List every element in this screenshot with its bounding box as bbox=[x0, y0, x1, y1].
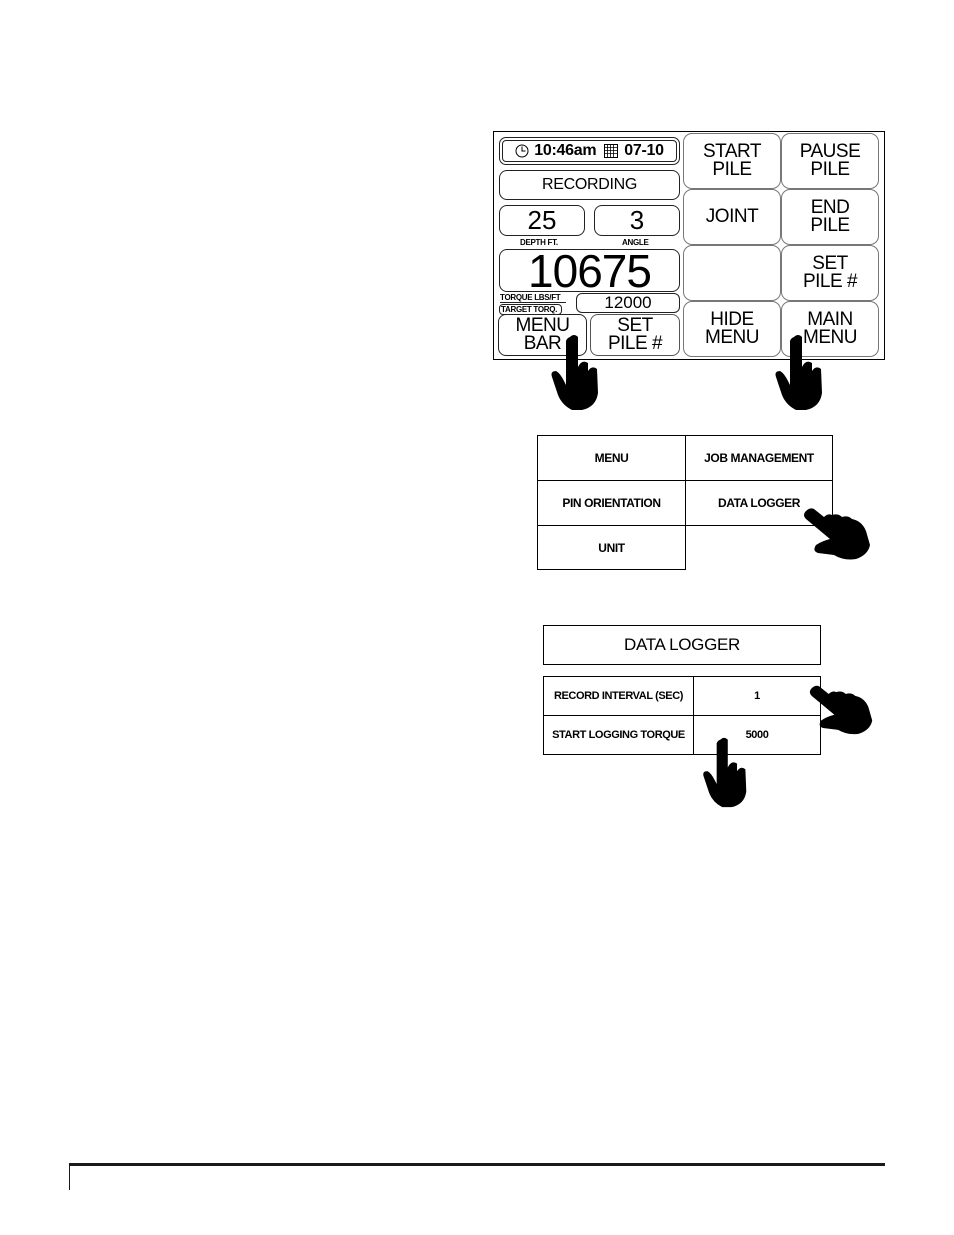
set-pile-label-2: PILE # bbox=[802, 271, 858, 292]
pause-pile-button[interactable]: PAUSE PILE bbox=[781, 133, 879, 189]
pointing-hand-icon bbox=[800, 505, 874, 565]
menu-item-label: UNIT bbox=[598, 540, 625, 555]
target-torque-display: 12000 bbox=[576, 293, 680, 313]
record-interval-label-text: RECORD INTERVAL (SEC) bbox=[553, 690, 684, 702]
hide-menu-label-2: MENU bbox=[705, 327, 759, 348]
depth-display: 25 bbox=[499, 205, 585, 236]
joint-button[interactable]: JOINT bbox=[683, 189, 781, 245]
menu-item-label: PIN ORIENTATION bbox=[562, 496, 661, 510]
menu-item-label: JOB MANAGEMENT bbox=[704, 451, 814, 465]
depth-value: 25 bbox=[527, 205, 557, 235]
data-logger-title: DATA LOGGER bbox=[543, 625, 821, 665]
torque-display: 10675 bbox=[499, 245, 680, 297]
pointing-hand-icon bbox=[548, 333, 602, 411]
recording-status-text: RECORDING bbox=[541, 176, 638, 193]
time-text: 10:46am bbox=[534, 142, 597, 159]
start-pile-button[interactable]: START PILE bbox=[683, 133, 781, 189]
menu-item-menu[interactable]: MENU bbox=[537, 435, 686, 481]
joint-label: JOINT bbox=[705, 206, 759, 227]
calendar-icon bbox=[604, 144, 619, 158]
footer-divider bbox=[69, 1163, 885, 1166]
set-pile-small-button[interactable]: SET PILE # bbox=[590, 314, 680, 356]
torque-unit-label: TORQUE LBS/FT bbox=[500, 293, 567, 303]
record-interval-value: 1 bbox=[754, 690, 760, 702]
date-text: 07-10 bbox=[624, 142, 664, 159]
start-logging-torque-label-text: START LOGGING TORQUE bbox=[552, 729, 685, 741]
set-pile-button[interactable]: SET PILE # bbox=[781, 245, 879, 301]
pause-pile-label-2: PILE bbox=[810, 159, 850, 180]
set-pile-small-label-2: PILE # bbox=[607, 333, 663, 354]
target-torque-value: 12000 bbox=[604, 293, 652, 312]
start-logging-torque-label: START LOGGING TORQUE bbox=[543, 715, 694, 755]
menu-item-pin-orientation[interactable]: PIN ORIENTATION bbox=[537, 480, 686, 526]
recording-status: RECORDING bbox=[499, 170, 680, 200]
hide-menu-button[interactable]: HIDE MENU bbox=[683, 301, 781, 357]
menu-item-job-management[interactable]: JOB MANAGEMENT bbox=[685, 435, 833, 481]
start-pile-label-2: PILE bbox=[712, 159, 752, 180]
footer-tick bbox=[69, 1163, 70, 1190]
end-pile-button[interactable]: END PILE bbox=[781, 189, 879, 245]
torque-value: 10675 bbox=[528, 244, 652, 297]
end-pile-label-2: PILE bbox=[810, 215, 850, 236]
pointing-hand-icon bbox=[806, 680, 876, 742]
angle-display: 3 bbox=[594, 205, 680, 236]
torque-monitor-screen: 10:46am 07-10 RECORDING 25 DEPTH FT. 3 A… bbox=[493, 131, 885, 360]
menu-item-label: MENU bbox=[594, 451, 629, 465]
data-logger-title-text: DATA LOGGER bbox=[623, 635, 741, 654]
clock-bar: 10:46am 07-10 bbox=[499, 137, 680, 165]
menu-item-label: DATA LOGGER bbox=[717, 496, 801, 510]
pointing-hand-icon bbox=[700, 732, 750, 812]
clock-icon bbox=[515, 144, 529, 158]
menu-item-unit[interactable]: UNIT bbox=[537, 525, 686, 570]
record-interval-label: RECORD INTERVAL (SEC) bbox=[543, 676, 694, 716]
pointing-hand-icon bbox=[772, 333, 826, 411]
blank-button[interactable] bbox=[683, 245, 781, 301]
record-interval-input[interactable]: 1 bbox=[693, 676, 821, 716]
angle-value: 3 bbox=[629, 205, 645, 235]
